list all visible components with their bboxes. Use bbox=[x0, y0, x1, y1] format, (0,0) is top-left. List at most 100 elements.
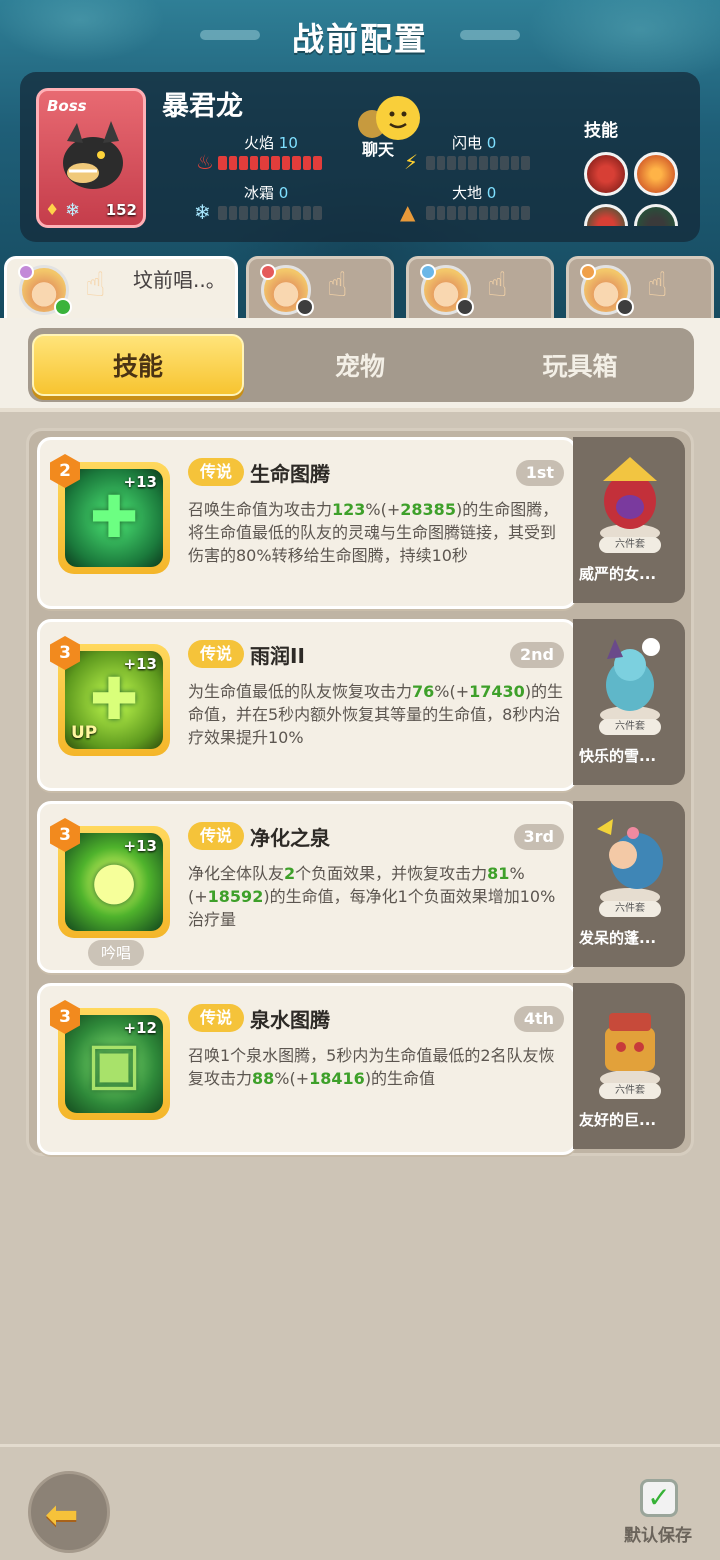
skill-value-highlight: 28385 bbox=[400, 500, 456, 519]
skill-card[interactable]: ✚ +13 2 传说 生命图腾 1st 召唤生命值为攻击力123%(+28385… bbox=[37, 437, 577, 609]
header-area: 战前配置 Boss ♦ ❄ 152 暴君龙 火焰 10 ♨ 闪电 0 ⚡ 冰霜 … bbox=[0, 0, 720, 320]
hero-tab-2[interactable]: ☝ bbox=[246, 256, 394, 320]
hero-class-dot bbox=[420, 264, 436, 280]
pet-dragon-icon bbox=[600, 457, 660, 542]
chat-label[interactable]: 聊天 bbox=[362, 136, 394, 160]
pet-slot[interactable]: 六件套 威严的女... bbox=[573, 437, 685, 603]
skill-up-tag: UP bbox=[71, 723, 98, 743]
heal-plus-icon: ✚ +13 UP bbox=[65, 651, 163, 749]
hero-class-dot bbox=[18, 264, 34, 280]
boss-tag: Boss bbox=[47, 97, 87, 115]
skill-name: 净化之泉 bbox=[250, 826, 330, 850]
skill-description-text: )的生命值 bbox=[364, 1069, 436, 1088]
skill-value-highlight: 81 bbox=[487, 864, 510, 883]
hero-tab-4[interactable]: ☝ bbox=[566, 256, 714, 320]
earth-element-bar bbox=[426, 206, 530, 220]
skill-description: 召唤1个泉水图腾，5秒内为生命值最低的2名队友恢复攻击力88%(+18416)的… bbox=[188, 1044, 568, 1090]
skill-rank: 3rd bbox=[513, 824, 564, 850]
totem-icon: ✚ +13 bbox=[65, 469, 163, 567]
spring-totem-icon: ▣ +12 bbox=[65, 1015, 163, 1113]
hero-class-dot bbox=[580, 264, 596, 280]
skill-value-highlight: 2 bbox=[284, 864, 296, 883]
hero-avatar bbox=[18, 264, 72, 316]
lightning-icon: ⚡ bbox=[404, 150, 419, 174]
skill-list: ✚ +13 2 传说 生命图腾 1st 召唤生命值为攻击力123%(+28385… bbox=[26, 428, 694, 1156]
skill-value-highlight: 18416 bbox=[309, 1069, 365, 1088]
rarity-badge: 传说 bbox=[188, 1004, 244, 1032]
category-tab-bar: 技能 宠物 玩具箱 bbox=[28, 328, 694, 402]
skill-plus-level: +13 bbox=[123, 473, 157, 491]
earth-element-label: 大地 0 bbox=[452, 184, 497, 202]
fire-element-bar bbox=[218, 156, 322, 170]
hero-status-badge bbox=[456, 298, 474, 316]
skill-description-text: %(+ bbox=[434, 682, 470, 701]
hero-tab-3[interactable]: ☝ bbox=[406, 256, 554, 320]
pet-slot[interactable]: 六件套 快乐的雪... bbox=[573, 619, 685, 785]
fire-element-label: 火焰 10 bbox=[244, 134, 298, 152]
dragon-icon bbox=[63, 121, 123, 189]
skill-value-highlight: 17430 bbox=[469, 682, 525, 701]
fire-icon: ♦ bbox=[45, 200, 60, 219]
pet-slot[interactable]: 六件套 发呆的蓬... bbox=[573, 801, 685, 967]
skill-value-highlight: 88 bbox=[252, 1069, 275, 1088]
skill-rank: 1st bbox=[515, 460, 564, 486]
skill-card[interactable]: ● +13 3 吟唱 传说 净化之泉 3rd 净化全体队友2个负面效果，并恢复攻… bbox=[37, 801, 577, 973]
hand-icon: ☝ bbox=[327, 265, 348, 305]
hand-icon: ☝ bbox=[647, 265, 668, 305]
boss-skill-icon[interactable] bbox=[584, 152, 628, 196]
water-drop-icon: ● +13 bbox=[65, 833, 163, 931]
skill-name: 雨润II bbox=[250, 644, 305, 668]
hero-tab-label: 坟前唱..。 bbox=[133, 268, 226, 292]
hero-status-badge bbox=[54, 298, 72, 316]
back-arrow-icon: ⬅ bbox=[45, 1492, 79, 1538]
footer-bar: ⬅ ✓ 默认保存 bbox=[0, 1444, 720, 1560]
pet-fluffy-icon bbox=[597, 819, 663, 906]
skill-description-text: 召唤生命值为攻击力 bbox=[188, 500, 333, 519]
page-title: 战前配置 bbox=[291, 20, 428, 58]
pet-giant-icon bbox=[600, 1013, 660, 1088]
tab-toybox[interactable]: 玩具箱 bbox=[474, 334, 686, 396]
skill-name: 生命图腾 bbox=[250, 462, 330, 486]
skill-plus-level: +13 bbox=[123, 655, 157, 673]
boss-skill-icon[interactable] bbox=[584, 204, 628, 226]
pet-set-badge: 六件套 bbox=[599, 901, 661, 917]
boss-portrait[interactable]: Boss ♦ ❄ 152 bbox=[36, 88, 146, 228]
boss-skill-icon[interactable] bbox=[634, 152, 678, 196]
pet-name: 友好的巨... bbox=[579, 1111, 657, 1129]
checkmark-icon[interactable]: ✓ bbox=[640, 1479, 678, 1517]
skill-description-text: %(+ bbox=[365, 500, 401, 519]
skill-plus-level: +13 bbox=[123, 837, 157, 855]
ice-element-label: 冰霜 0 bbox=[244, 184, 289, 202]
pet-slot[interactable]: 六件套 友好的巨... bbox=[573, 983, 685, 1149]
skill-description: 为生命值最低的队友恢复攻击力76%(+17430)的生命值，并在5秒内额外恢复其… bbox=[188, 680, 568, 749]
tab-pets[interactable]: 宠物 bbox=[254, 334, 466, 396]
hand-icon: ☝ bbox=[85, 265, 106, 305]
rarity-badge: 传说 bbox=[188, 822, 244, 850]
pet-set-badge: 六件套 bbox=[599, 1083, 661, 1099]
skill-description-text: 净化全体队友 bbox=[188, 864, 285, 883]
rarity-badge: 传说 bbox=[188, 458, 244, 486]
hero-class-dot bbox=[260, 264, 276, 280]
skill-description-text: 个负面效果，并恢复攻击力 bbox=[295, 864, 488, 883]
category-tab-band: 技能 宠物 玩具箱 bbox=[0, 318, 720, 412]
skill-rank: 2nd bbox=[510, 642, 564, 668]
skill-description: 召唤生命值为攻击力123%(+28385)的生命图腾，将生命值最低的队友的灵魂与… bbox=[188, 498, 568, 567]
ice-element-bar bbox=[218, 206, 322, 220]
hero-avatar bbox=[420, 264, 474, 316]
skill-value-highlight: 18592 bbox=[207, 887, 264, 906]
skill-description: 净化全体队友2个负面效果，并恢复攻击力81%(+18592)的生命值，每净化1个… bbox=[188, 862, 568, 931]
snowflake-icon: ❄ bbox=[65, 200, 81, 221]
skill-description-text: %(+ bbox=[274, 1069, 310, 1088]
default-save-label[interactable]: 默认保存 bbox=[624, 1521, 692, 1546]
skill-card[interactable]: ✚ +13 UP 3 传说 雨润II 2nd 为生命值最低的队友恢复攻击力76%… bbox=[37, 619, 577, 791]
skill-name: 泉水图腾 bbox=[250, 1008, 330, 1032]
boss-skill-icon[interactable] bbox=[634, 204, 678, 226]
tab-skills[interactable]: 技能 bbox=[32, 334, 244, 396]
pet-name: 快乐的雪... bbox=[579, 747, 657, 765]
hero-status-badge bbox=[296, 298, 314, 316]
hero-tab-1[interactable]: ☝ 坟前唱..。 bbox=[4, 256, 238, 320]
boss-name: 暴君龙 bbox=[162, 91, 243, 122]
skill-card[interactable]: ▣ +12 3 传说 泉水图腾 4th 召唤1个泉水图腾，5秒内为生命值最低的2… bbox=[37, 983, 577, 1155]
hero-avatar bbox=[260, 264, 314, 316]
back-button[interactable]: ⬅ bbox=[28, 1471, 110, 1553]
